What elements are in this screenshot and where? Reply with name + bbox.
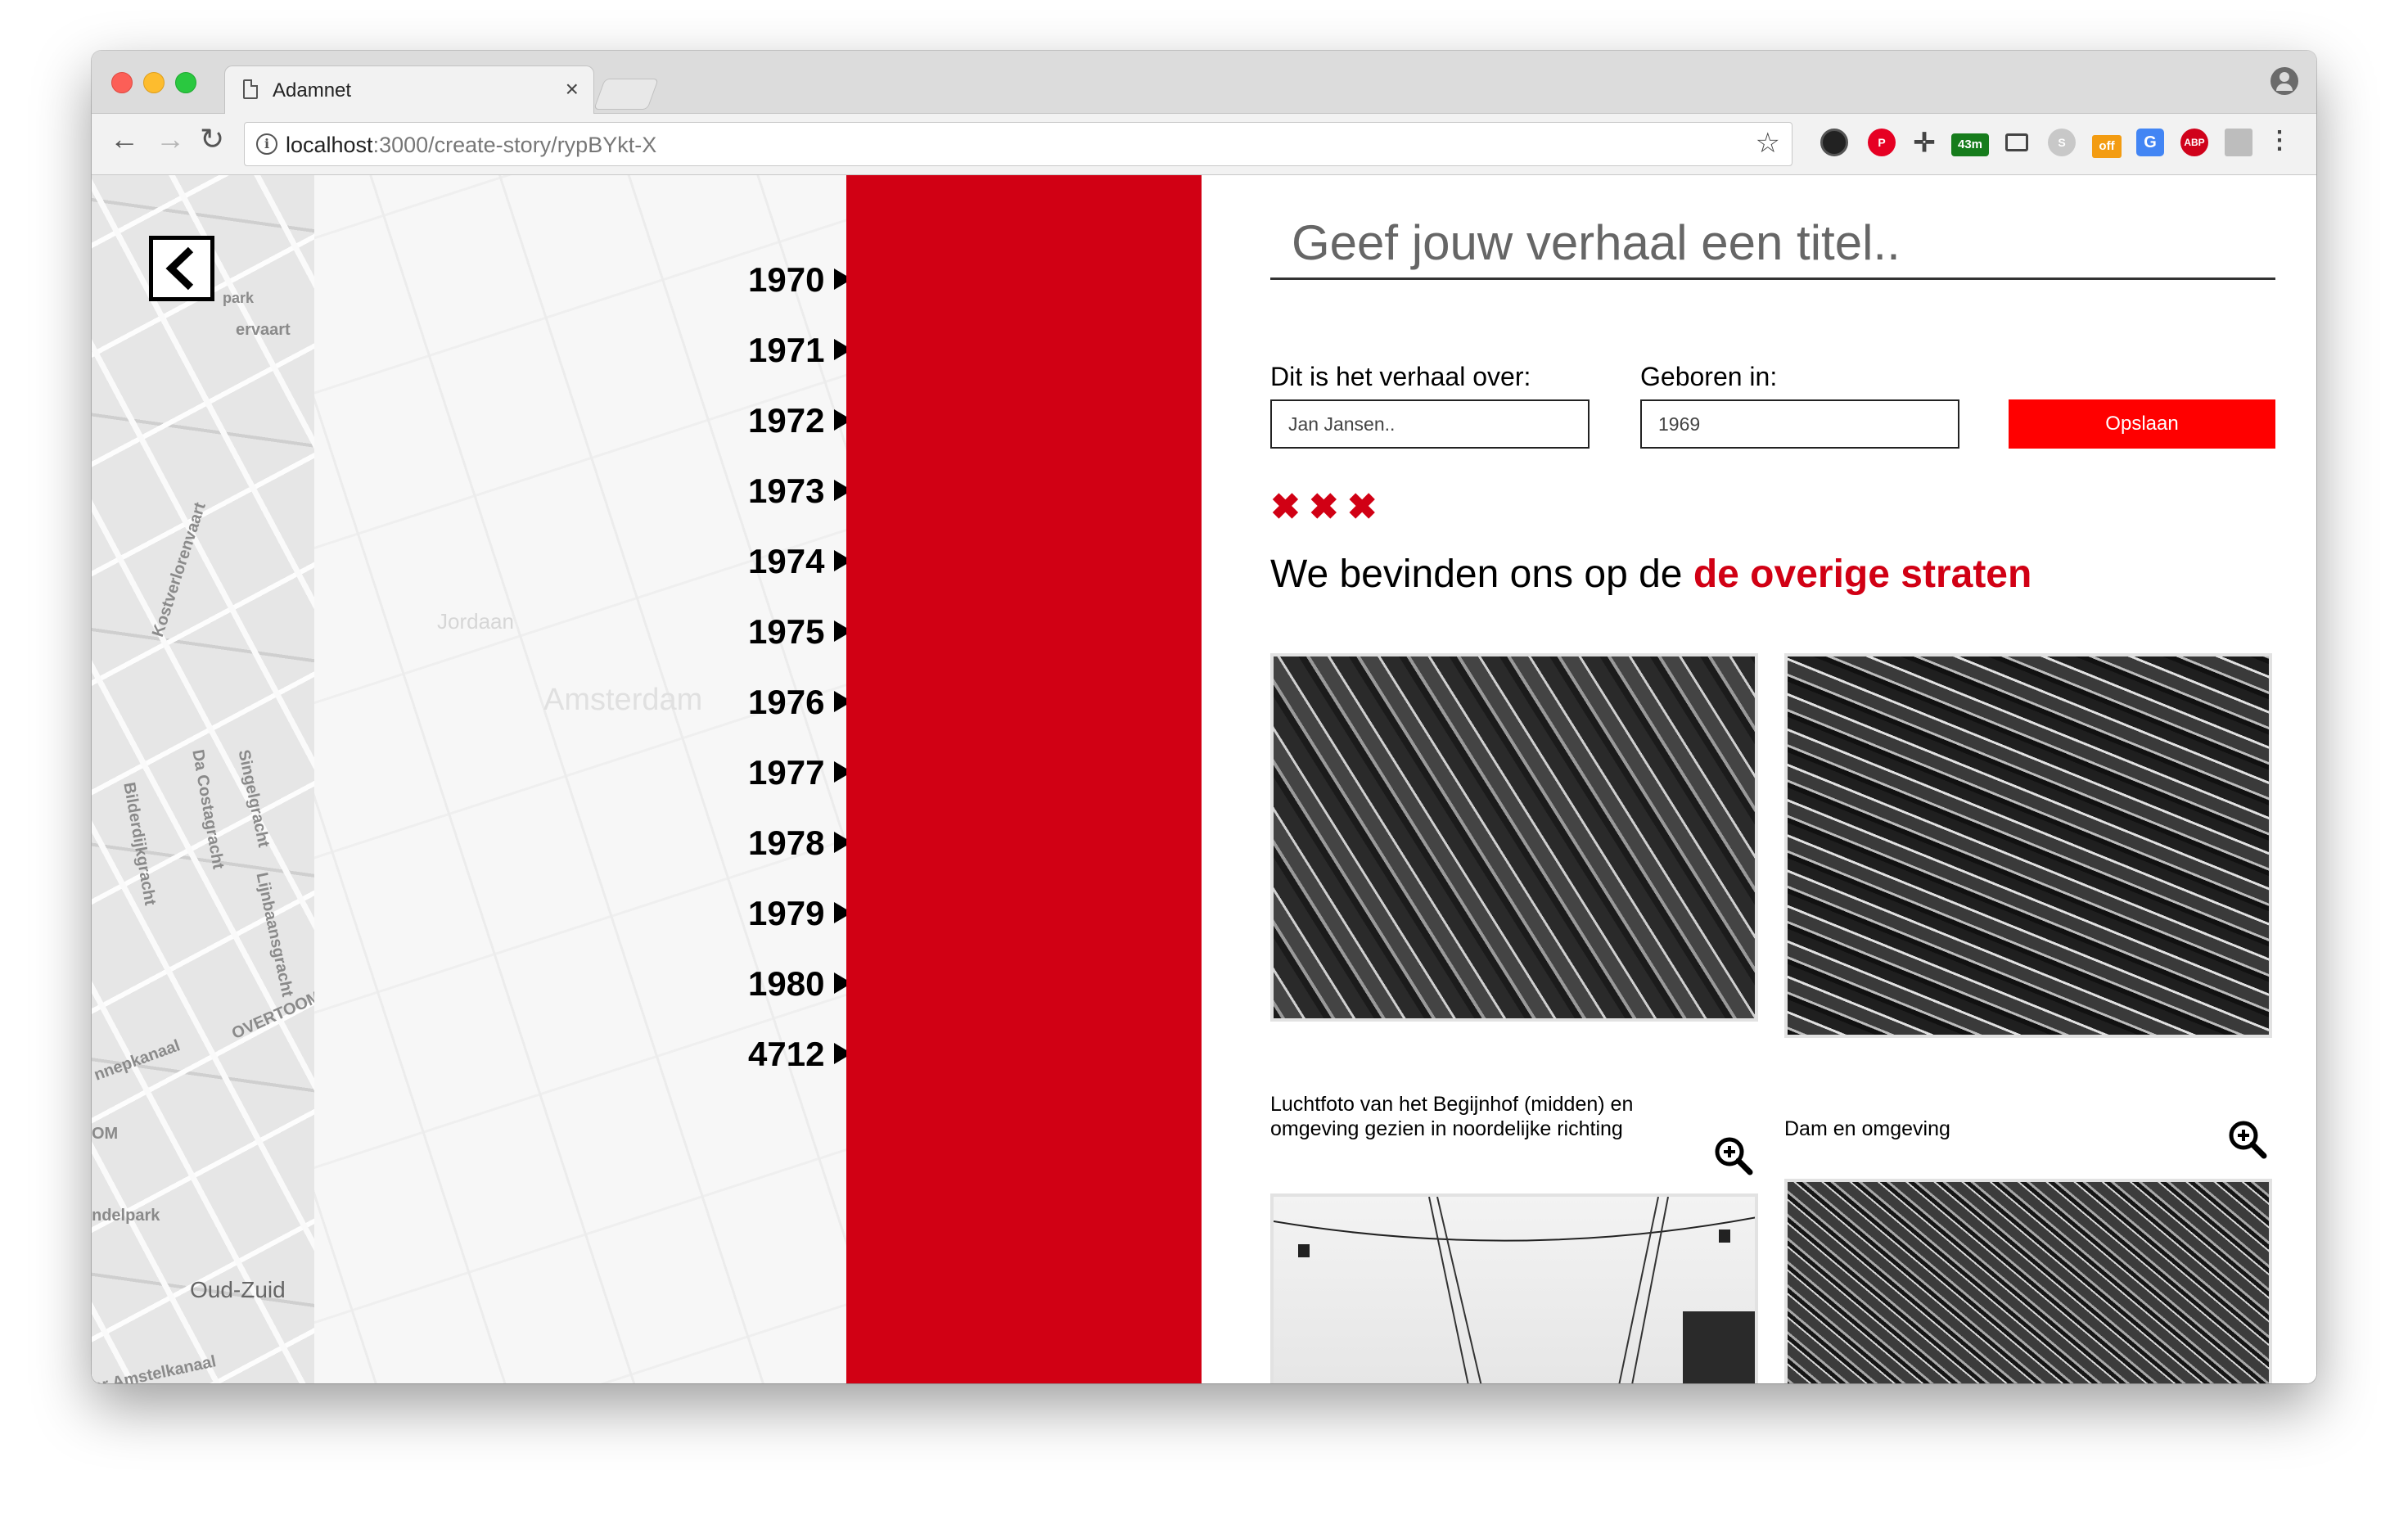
photo-caption: Dam en omgeving: [1784, 1117, 1950, 1140]
forward-arrow-icon[interactable]: →: [156, 122, 185, 156]
year-label: 1972: [748, 401, 825, 440]
story-title-input[interactable]: [1270, 208, 2275, 280]
year-item[interactable]: 1978: [748, 823, 853, 863]
pinterest-icon[interactable]: P: [1868, 129, 1896, 156]
year-item[interactable]: 4712: [748, 1035, 853, 1074]
profile-icon[interactable]: [2270, 67, 2298, 95]
screenshot-icon[interactable]: [2005, 133, 2028, 151]
map-label: Kostverlorenvaart: [149, 500, 210, 639]
map-label: OVERTOOM: [229, 987, 324, 1044]
year-label: 1973: [748, 471, 825, 510]
map-label: nnepkanaal: [92, 1036, 183, 1085]
red-divider-band: [846, 175, 1202, 1383]
year-label: 1970: [748, 260, 825, 299]
location-prefix: We bevinden ons op de: [1270, 553, 1693, 596]
adblock-icon[interactable]: ABP: [2180, 129, 2208, 156]
timeline: Jordaan Amsterdam 1970 1971 1972 1973 19…: [314, 175, 853, 1383]
map-label: er Amstelkanaal: [92, 1352, 218, 1383]
tab-title: Adamnet: [273, 79, 352, 102]
year-item[interactable]: 1979: [748, 894, 853, 933]
year-item[interactable]: 1974: [748, 542, 853, 581]
record-icon[interactable]: [1820, 129, 1848, 156]
timer-badge-icon[interactable]: 43m: [1951, 133, 1989, 156]
year-label: 1977: [748, 753, 825, 792]
year-item[interactable]: 1976: [748, 683, 853, 722]
tab-adamnet[interactable]: Adamnet ×: [224, 65, 594, 114]
map-label: Bilderdijkgracht: [119, 781, 160, 907]
photo-caption: Luchtfoto van het Begijnhof (midden) en …: [1270, 1093, 1634, 1140]
year-label: 1975: [748, 612, 825, 651]
birth-year-input[interactable]: [1640, 399, 1959, 449]
map-label: park: [223, 290, 255, 306]
new-tab-button[interactable]: [593, 79, 659, 110]
photo-card-image[interactable]: [1784, 653, 2272, 1038]
year-item[interactable]: 1980: [748, 964, 853, 1004]
back-arrow-icon[interactable]: ←: [110, 122, 139, 156]
person-name-input[interactable]: [1270, 399, 1590, 449]
url-host: localhost: [286, 133, 373, 157]
year-label: 1978: [748, 823, 825, 862]
url-text[interactable]: localhost:3000/create-story/rypBYkt-X: [286, 133, 656, 158]
browser-window: Adamnet × ← → ↻ i localhost:3000/create-…: [92, 51, 2316, 1383]
reload-icon[interactable]: ↻: [200, 122, 224, 156]
story-editor: Dit is het verhaal over: Geboren in: Ops…: [1202, 175, 2316, 1383]
street-photo-lines: [1274, 1197, 1755, 1383]
page-viewport: park ervaart Kostverlorenvaart Lijnbaans…: [92, 175, 2316, 1383]
offer-icon[interactable]: off: [2092, 135, 2122, 158]
photo-card-image[interactable]: [1270, 653, 1758, 1022]
map-label: ervaart: [236, 321, 291, 339]
about-label: Dit is het verhaal over:: [1270, 362, 1531, 391]
year-item[interactable]: 1975: [748, 612, 853, 652]
page-icon: [243, 79, 258, 99]
location-highlight: de overige straten: [1693, 553, 2032, 596]
info-icon[interactable]: i: [256, 133, 277, 155]
year-item[interactable]: 1973: [748, 471, 853, 511]
skype-icon[interactable]: S: [2048, 129, 2076, 156]
map-label: Amsterdam: [543, 683, 703, 717]
tab-close-icon[interactable]: ×: [566, 76, 579, 102]
map-label: Da Costagracht: [188, 748, 228, 871]
year-label: 1976: [748, 683, 825, 721]
bookmark-star-icon[interactable]: ☆: [1756, 127, 1780, 160]
map-label: OM: [92, 1125, 119, 1143]
back-button[interactable]: [149, 236, 214, 301]
amsterdam-xxx-icon: ✖✖✖: [1270, 487, 1386, 527]
address-bar[interactable]: i localhost:3000/create-story/rypBYkt-X …: [244, 122, 1792, 166]
year-item[interactable]: 1977: [748, 753, 853, 792]
year-item[interactable]: 1972: [748, 401, 853, 440]
save-button[interactable]: Opslaan: [2009, 399, 2275, 449]
year-item[interactable]: 1970: [748, 260, 853, 300]
minimize-window-button[interactable]: [143, 72, 165, 93]
close-window-button[interactable]: [111, 72, 133, 93]
map-label: Jordaan: [437, 609, 514, 634]
browser-toolbar: ← → ↻ i localhost:3000/create-story/rypB…: [92, 114, 2316, 175]
tab-strip: Adamnet ×: [92, 51, 2316, 114]
move-icon[interactable]: ✛: [1910, 129, 1938, 156]
map-label: ndelpark: [92, 1207, 160, 1225]
year-label: 1971: [748, 331, 825, 369]
born-label: Geboren in:: [1640, 362, 1778, 391]
map-label: Lijnbaansgracht: [252, 871, 297, 999]
chevron-left-icon: [165, 246, 194, 291]
url-path: :3000/create-story/rypBYkt-X: [372, 133, 657, 157]
maximize-window-button[interactable]: [175, 72, 196, 93]
menu-dots-icon[interactable]: ⋮: [2266, 129, 2293, 156]
year-label: 1980: [748, 964, 825, 1003]
zoom-in-icon[interactable]: [1714, 1136, 1753, 1175]
photo-card-image[interactable]: [1784, 1179, 2272, 1383]
zoom-in-icon[interactable]: [2228, 1120, 2267, 1159]
map-label: Oud-Zuid: [190, 1277, 286, 1302]
qr-icon[interactable]: [2225, 129, 2252, 156]
map-strip: park ervaart Kostverlorenvaart Lijnbaans…: [92, 175, 323, 1383]
year-label: 4712: [748, 1035, 825, 1073]
photo-card-image[interactable]: [1270, 1193, 1758, 1383]
year-label: 1974: [748, 542, 825, 580]
location-heading: We bevinden ons op de de overige straten: [1270, 552, 2031, 597]
map-label: Singelgracht: [234, 748, 273, 850]
translate-icon[interactable]: G: [2136, 129, 2164, 156]
year-item[interactable]: 1971: [748, 331, 853, 370]
year-label: 1979: [748, 894, 825, 932]
